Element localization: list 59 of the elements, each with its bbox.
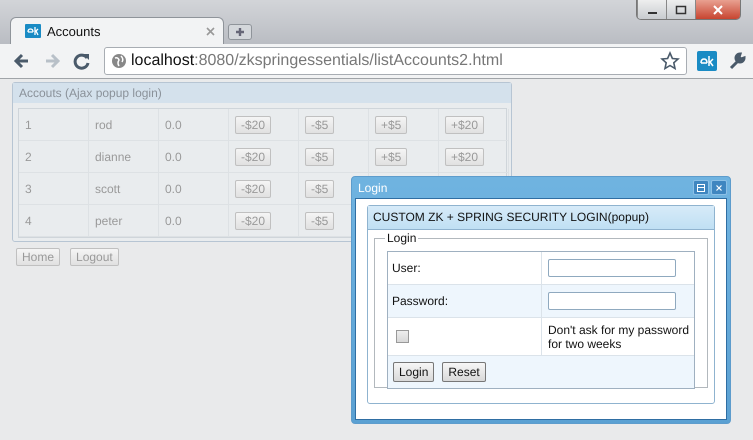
table-cell: 4 bbox=[19, 205, 89, 237]
field-label: Password: bbox=[388, 285, 542, 317]
table-cell: 0.0 bbox=[159, 173, 229, 205]
minimize-icon bbox=[648, 12, 656, 14]
dialog-title: Login bbox=[358, 180, 388, 194]
field-label: User: bbox=[388, 252, 542, 284]
address-field[interactable]: localhost:8080/zkspringessentials/listAccounts2.html bbox=[104, 47, 687, 75]
maximize-button[interactable] bbox=[666, 0, 695, 19]
table-cell: 0.0 bbox=[159, 205, 229, 237]
action-button[interactable]: Logout bbox=[70, 248, 119, 266]
panel-title: Accouts (Ajax popup login) bbox=[13, 83, 511, 103]
amount-button[interactable]: -$5 bbox=[305, 116, 334, 134]
amount-button[interactable]: -$5 bbox=[305, 212, 334, 230]
tab-title: Accounts bbox=[47, 24, 102, 38]
table-cell: 2 bbox=[19, 141, 89, 173]
table-cell: 1 bbox=[19, 109, 89, 141]
table-cell: 0.0 bbox=[159, 141, 229, 173]
close-icon[interactable] bbox=[206, 26, 215, 36]
table-cell: 0.0 bbox=[159, 109, 229, 141]
table-cell: dianne bbox=[89, 141, 159, 173]
wrench-icon[interactable] bbox=[727, 51, 747, 71]
amount-button[interactable]: -$20 bbox=[235, 148, 272, 166]
browser-tab[interactable]: Accounts bbox=[10, 17, 224, 44]
close-button[interactable] bbox=[695, 0, 740, 19]
amount-button[interactable]: -$20 bbox=[235, 116, 272, 134]
table-cell: scott bbox=[89, 173, 159, 205]
form-button[interactable]: Login bbox=[393, 362, 434, 382]
star-icon[interactable] bbox=[660, 51, 680, 71]
globe-icon bbox=[111, 53, 127, 69]
extension-icon[interactable] bbox=[697, 51, 717, 71]
table-cell: peter bbox=[89, 205, 159, 237]
restore-icon bbox=[697, 184, 705, 192]
favicon-icon bbox=[25, 24, 41, 38]
action-button[interactable]: Home bbox=[16, 248, 60, 266]
reload-icon[interactable] bbox=[72, 51, 92, 71]
close-icon bbox=[715, 184, 723, 192]
remember-checkbox[interactable] bbox=[396, 330, 409, 343]
amount-button[interactable]: +$20 bbox=[445, 148, 484, 166]
close-icon bbox=[712, 4, 724, 14]
maximize-icon bbox=[675, 4, 687, 14]
table-cell: rod bbox=[89, 109, 159, 141]
group-label: Login bbox=[385, 231, 418, 245]
close-button[interactable] bbox=[711, 180, 727, 195]
amount-button[interactable]: -$5 bbox=[305, 180, 334, 198]
amount-button[interactable]: +$5 bbox=[375, 148, 408, 166]
table-cell: 3 bbox=[19, 173, 89, 205]
plus-icon bbox=[235, 27, 245, 37]
form-button[interactable]: Reset bbox=[442, 362, 486, 382]
text-field[interactable] bbox=[548, 259, 676, 277]
text-field[interactable] bbox=[548, 292, 676, 310]
amount-button[interactable]: -$20 bbox=[235, 180, 272, 198]
amount-button[interactable]: +$20 bbox=[445, 116, 484, 134]
panel-heading: CUSTOM ZK + SPRING SECURITY LOGIN(popup) bbox=[368, 206, 714, 230]
minimize-button[interactable] bbox=[637, 0, 666, 19]
amount-button[interactable]: -$5 bbox=[305, 148, 334, 166]
amount-button[interactable]: -$20 bbox=[235, 212, 272, 230]
new-tab-button[interactable] bbox=[228, 24, 252, 40]
remember-label: Don't ask for my password for two weeks bbox=[548, 322, 690, 350]
amount-button[interactable]: +$5 bbox=[375, 116, 408, 134]
